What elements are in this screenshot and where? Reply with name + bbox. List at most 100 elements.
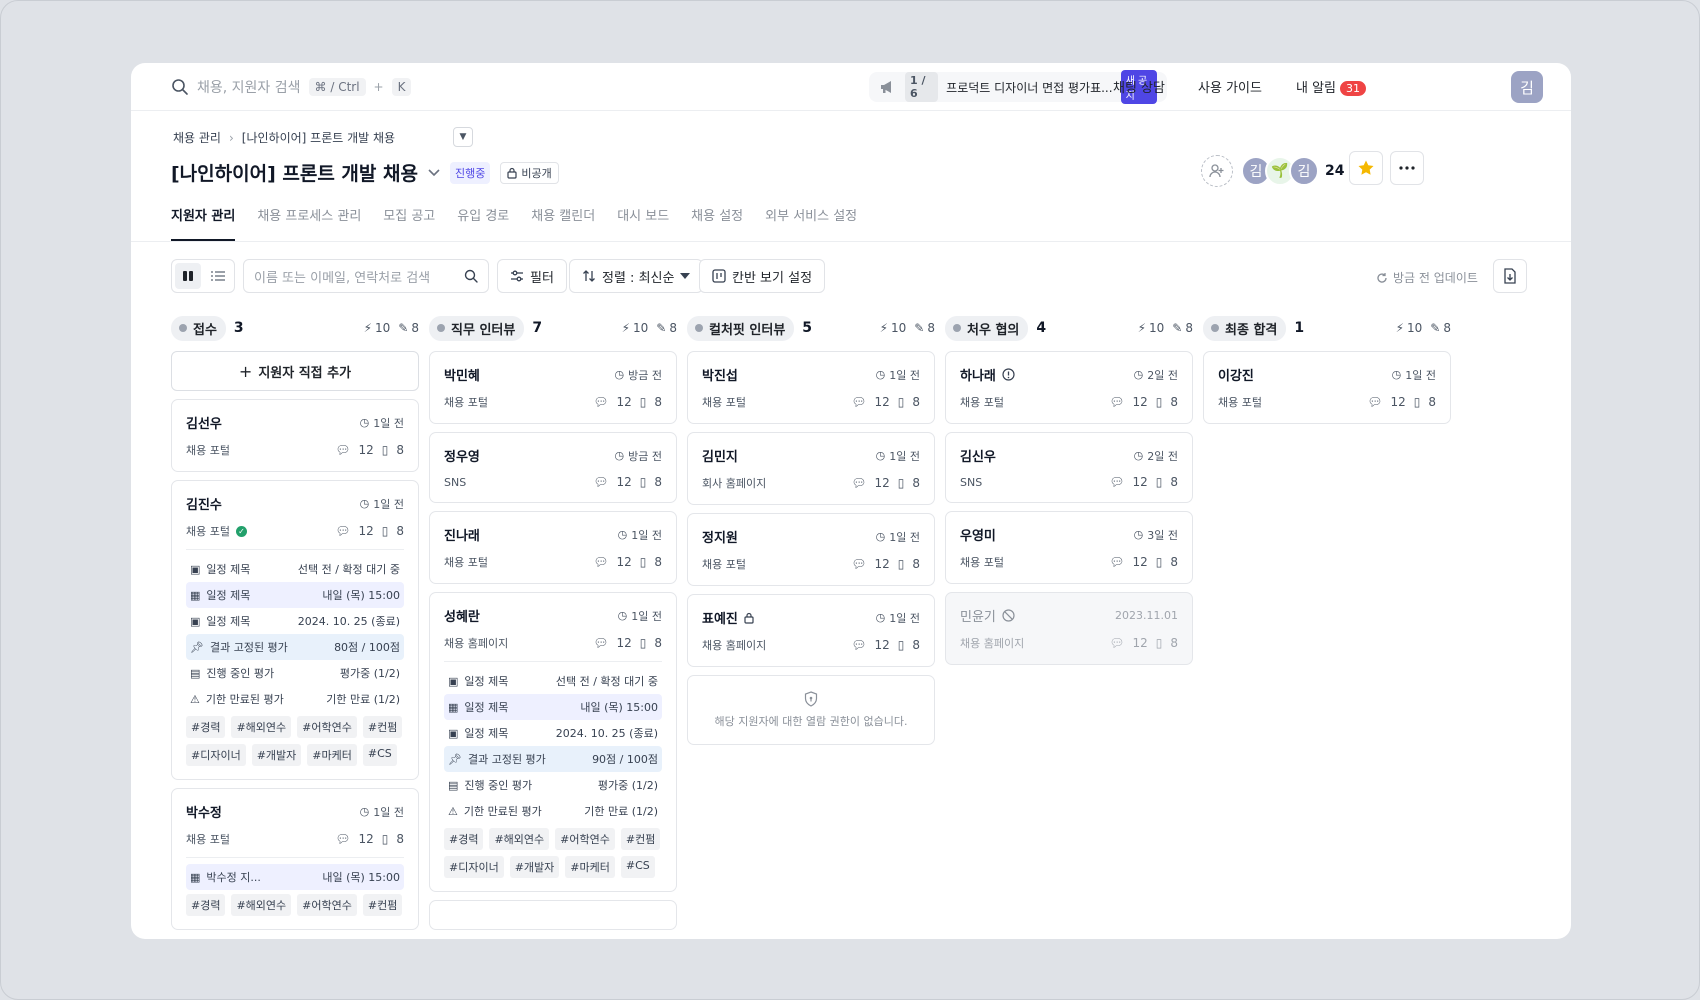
time-text: 1일 전 xyxy=(631,609,662,623)
breadcrumb-dropdown-button[interactable]: ▼ xyxy=(453,127,473,147)
tag[interactable]: #CS xyxy=(362,744,397,766)
tag[interactable]: #어학연수 xyxy=(555,828,615,850)
tab-hiring-settings[interactable]: 채용 설정 xyxy=(691,205,743,241)
schedule-row[interactable]: ▣ 일정 제목 선택 전 / 확정 대기 중 xyxy=(186,556,404,582)
breadcrumb-root[interactable]: 채용 관리 xyxy=(173,129,221,146)
metric-action: ⚡︎ 10 xyxy=(1138,321,1165,335)
tag[interactable]: #경력 xyxy=(186,894,226,916)
tag[interactable]: #해외연수 xyxy=(231,894,292,916)
star-icon xyxy=(1357,159,1375,177)
applicant-card-partial[interactable] xyxy=(429,900,677,930)
tag[interactable]: #CS xyxy=(620,856,655,878)
document-count: 8 xyxy=(1170,636,1178,650)
evaluation-row[interactable]: ⚠︎ 기한 만료된 평가 기한 만료 (1/2) xyxy=(444,798,662,824)
tag[interactable]: #개발자 xyxy=(509,856,560,878)
applicant-search-input[interactable]: 이름 또는 이메일, 연락처로 검색 xyxy=(243,259,489,293)
evaluation-row[interactable]: 📌︎ 결과 고정된 평가 80점 / 100점 xyxy=(186,634,404,660)
tab-applicant-management[interactable]: 지원자 관리 xyxy=(171,205,236,241)
applicant-card[interactable]: 김민지 ◷ 1일 전 회사 홈페이지 💬︎ 12 ▯ 8 xyxy=(687,432,935,505)
detail-label: 기한 만료된 평가 xyxy=(463,805,542,818)
applicant-card[interactable]: 진나래 ◷ 1일 전 채용 포털 💬︎ 12 ▯ 8 xyxy=(429,511,677,584)
schedule-row[interactable]: ▣ 일정 제목 2024. 10. 25 (종료) xyxy=(186,608,404,634)
calendar-icon: ▦ xyxy=(448,700,459,714)
user-avatar[interactable]: 김 xyxy=(1511,71,1543,103)
visibility-badge[interactable]: 비공개 xyxy=(500,161,559,184)
tab-inflow-channel[interactable]: 유입 경로 xyxy=(457,205,509,241)
stage-label[interactable]: 직무 인터뷰 xyxy=(429,315,525,341)
document-icon: ▯ xyxy=(639,555,647,569)
my-alerts-link[interactable]: 내 알림 31 xyxy=(1296,77,1367,96)
tag[interactable]: #마케터 xyxy=(307,744,357,766)
chevron-down-icon[interactable] xyxy=(428,168,440,177)
applicant-card[interactable]: 정지원 ◷ 1일 전 채용 포털 💬︎ 12 ▯ 8 xyxy=(687,513,935,586)
kanban-settings-button[interactable]: 칸반 보기 설정 xyxy=(699,259,826,293)
applicant-card[interactable]: 박민혜 ◷ 방금 전 채용 포털 💬︎ 12 ▯ 8 xyxy=(429,351,677,424)
applicant-card[interactable]: 표예진 ◷ 1일 전 채용 홈페이지 💬︎ 12 ▯ 8 xyxy=(687,594,935,667)
applicant-card-disabled[interactable]: 민윤기 2023.11.01 채용 홈페이지 💬︎ 12 ▯ 8 xyxy=(945,592,1193,665)
tag[interactable]: #해외연수 xyxy=(231,716,292,738)
comment-icon: 💬︎ xyxy=(1109,636,1125,650)
schedule-row[interactable]: ▦ 일정 제목 내일 (목) 15:00 xyxy=(444,694,662,720)
applicant-card[interactable]: 박수정 ◷ 1일 전 채용 포털 💬︎ 12 ▯ 8 ▦ 박수정 지... 내일 (목) 15:… xyxy=(171,788,419,930)
schedule-row[interactable]: ▣ 일정 제목 2024. 10. 25 (종료) xyxy=(444,720,662,746)
evaluation-row[interactable]: 📌︎ 결과 고정된 평가 90점 / 100점 xyxy=(444,746,662,772)
tabs-divider xyxy=(131,241,1571,242)
tag[interactable]: #마케터 xyxy=(565,856,615,878)
view-toggle xyxy=(171,259,235,293)
tag[interactable]: #디자이너 xyxy=(186,744,246,766)
applicant-card[interactable]: 정우영 ◷ 방금 전 SNS 💬︎ 12 ▯ 8 xyxy=(429,432,677,503)
tag[interactable]: #컨펌 xyxy=(620,828,661,850)
export-button[interactable] xyxy=(1493,259,1527,293)
stage-label[interactable]: 컬처핏 인터뷰 xyxy=(687,315,795,341)
tab-job-posting[interactable]: 모집 공고 xyxy=(383,205,435,241)
tag[interactable]: #경력 xyxy=(186,716,226,738)
user-guide-link[interactable]: 사용 가이드 xyxy=(1198,77,1262,96)
evaluation-row[interactable]: ⚠︎ 기한 만료된 평가 기한 만료 (1/2) xyxy=(186,686,404,712)
stage-label[interactable]: 접수 xyxy=(171,315,226,341)
schedule-row[interactable]: ▦ 일정 제목 내일 (목) 15:00 xyxy=(186,582,404,608)
applicant-card[interactable]: 하나래 ◷ 2일 전 채용 포털 💬︎ 12 ▯ 8 xyxy=(945,351,1193,424)
applicant-card[interactable]: 김신우 ◷ 2일 전 SNS 💬︎ 12 ▯ 8 xyxy=(945,432,1193,503)
no-permission-text: 해당 지원자에 대한 열람 권한이 없습니다. xyxy=(714,715,908,728)
applicant-card[interactable]: 이강진 ◷ 1일 전 채용 포털 💬︎ 12 ▯ 8 xyxy=(1203,351,1451,424)
applicant-card[interactable]: 김선우 ◷ 1일 전 채용 포털 💬︎ 12 ▯ 8 xyxy=(171,399,419,472)
tag[interactable]: #컨펌 xyxy=(362,894,403,916)
tag[interactable]: #개발자 xyxy=(251,744,302,766)
list-view-button[interactable] xyxy=(205,263,231,289)
applicant-card[interactable]: 성혜란 ◷ 1일 전 채용 홈페이지 💬︎ 12 ▯ 8 ▣ 일정 제목 선택 전 / 확정 대… xyxy=(429,592,677,892)
stage-label[interactable]: 처우 협의 xyxy=(945,315,1029,341)
sort-dropdown[interactable]: 정렬 : 최신순 xyxy=(569,259,704,293)
schedule-row[interactable]: ▣ 일정 제목 선택 전 / 확정 대기 중 xyxy=(444,668,662,694)
applicant-card[interactable]: 김진수 ◷ 1일 전 채용 포털 ✓ 💬︎ 12 ▯ 8 ▣ 일정 제목 선택 전 / 확정 대기… xyxy=(171,480,419,780)
member-avatar[interactable]: 김 xyxy=(1289,156,1319,186)
schedule-row[interactable]: ▦ 박수정 지... 내일 (목) 15:00 xyxy=(186,864,404,890)
applied-time: ◷ 1일 전 xyxy=(360,496,404,512)
add-member-button[interactable] xyxy=(1201,155,1233,187)
tag[interactable]: #어학연수 xyxy=(297,894,357,916)
evaluation-row[interactable]: ▤ 진행 중인 평가 평가중 (1/2) xyxy=(444,772,662,798)
tag[interactable]: #어학연수 xyxy=(297,716,357,738)
tag[interactable]: #경력 xyxy=(444,828,484,850)
tag[interactable]: #디자이너 xyxy=(444,856,504,878)
refresh-button[interactable]: 방금 전 업데이트 xyxy=(1376,269,1478,286)
add-applicant-button[interactable]: + 지원자 직접 추가 xyxy=(171,351,419,391)
evaluation-row[interactable]: ▤ 진행 중인 평가 평가중 (1/2) xyxy=(186,660,404,686)
tag[interactable]: #해외연수 xyxy=(489,828,550,850)
stage-label[interactable]: 최종 합격 xyxy=(1203,315,1287,341)
global-search[interactable]: 채용, 지원자 검색 ⌘ / Ctrl + K xyxy=(171,75,412,99)
tab-hiring-process[interactable]: 채용 프로세스 관리 xyxy=(257,205,361,241)
tag[interactable]: #컨펌 xyxy=(362,716,403,738)
favorite-button[interactable] xyxy=(1349,151,1383,185)
more-options-button[interactable] xyxy=(1390,151,1424,185)
tab-hiring-calendar[interactable]: 채용 캘린더 xyxy=(531,205,595,241)
kanban-view-button[interactable] xyxy=(175,263,201,289)
applicant-card[interactable]: 박진섭 ◷ 1일 전 채용 포털 💬︎ 12 ▯ 8 xyxy=(687,351,935,424)
filter-button[interactable]: 필터 xyxy=(497,259,567,293)
tab-external-services[interactable]: 외부 서비스 설정 xyxy=(765,205,857,241)
clock-icon: ◷ xyxy=(875,368,886,381)
applicant-card[interactable]: 우영미 ◷ 3일 전 채용 포털 💬︎ 12 ▯ 8 xyxy=(945,511,1193,584)
chat-support-link[interactable]: 채팅 상담 xyxy=(1113,77,1165,96)
detail-value: 2024. 10. 25 (종료) xyxy=(555,727,658,740)
applied-time: ◷ 방금 전 xyxy=(615,448,662,464)
tab-dashboard[interactable]: 대시 보드 xyxy=(617,205,669,241)
